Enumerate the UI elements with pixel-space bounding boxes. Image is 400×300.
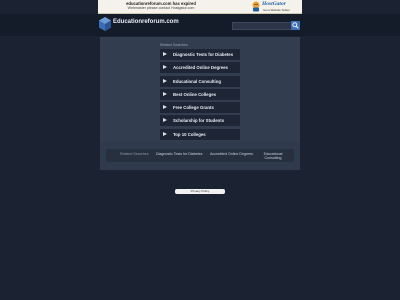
related-link[interactable]: Diagnostic Tests for Diabetes — [160, 49, 240, 60]
search-button[interactable] — [291, 21, 300, 30]
bottom-related-link[interactable]: Educational Consulting — [258, 152, 288, 160]
search-icon — [292, 22, 299, 29]
related-link[interactable]: Free College Grants — [160, 102, 240, 113]
related-searches-heading: Related Searches — [160, 43, 188, 47]
privacy-policy-button[interactable]: Privacy Policy — [175, 189, 225, 194]
related-link[interactable]: Top 10 Colleges — [160, 128, 240, 140]
related-searches-area: Related Searches Diagnostic Tests for Di… — [100, 37, 300, 142]
play-arrow-icon — [163, 118, 167, 123]
bottom-related-link[interactable]: Accredited Online Degrees — [210, 152, 253, 156]
related-link-label: Free College Grants — [173, 105, 214, 110]
bottom-related-heading: Related Searches — [120, 152, 149, 156]
cube-logo-icon — [99, 17, 111, 31]
related-link-label: Top 10 Colleges — [173, 131, 206, 137]
related-link-label: Diagnostic Tests for Diabetes — [173, 52, 234, 57]
related-links-list: Diagnostic Tests for Diabetes Accredited… — [160, 49, 240, 142]
play-arrow-icon — [163, 52, 167, 56]
related-link[interactable]: Scholarship for Students — [160, 115, 240, 127]
hostgator-tagline: Get a Website Today! — [263, 8, 290, 12]
related-link-label: Scholarship for Students — [173, 118, 225, 124]
play-arrow-icon — [163, 91, 167, 96]
related-link-label: Best Online Colleges — [173, 91, 216, 97]
hostgator-ad[interactable]: HostGator Get a Website Today! — [251, 1, 299, 12]
related-link-label: Educational Consulting — [173, 78, 221, 84]
play-arrow-icon — [163, 65, 167, 70]
bottom-related-link[interactable]: Diagnostic Tests for Diabetes — [156, 152, 202, 156]
bottom-related-bar: Related Searches Diagnostic Tests for Di… — [106, 149, 294, 162]
search-input[interactable] — [232, 22, 295, 30]
related-link-label: Accredited Online Degrees — [173, 65, 228, 71]
banner-message: educationreforum.com has expired Webmast… — [102, 1, 220, 11]
expired-domain-banner: educationreforum.com has expired Webmast… — [98, 0, 302, 14]
play-arrow-icon — [163, 105, 167, 109]
related-link[interactable]: Educational Consulting — [160, 75, 240, 87]
banner-contact-text: Webmaster please contact Hostgator.com — [127, 6, 195, 10]
hostgator-logo-text: HostGator — [262, 1, 286, 7]
main-panel: Related Searches Diagnostic Tests for Di… — [100, 37, 300, 170]
related-link[interactable]: Best Online Colleges — [160, 88, 240, 100]
hostgator-mascot-icon — [252, 1, 260, 12]
related-link[interactable]: Accredited Online Degrees — [160, 62, 240, 74]
site-header: Educationreforum.com — [0, 14, 400, 36]
play-arrow-icon — [163, 78, 167, 83]
site-title[interactable]: Educationreforum.com — [113, 19, 179, 25]
play-arrow-icon — [163, 131, 167, 136]
